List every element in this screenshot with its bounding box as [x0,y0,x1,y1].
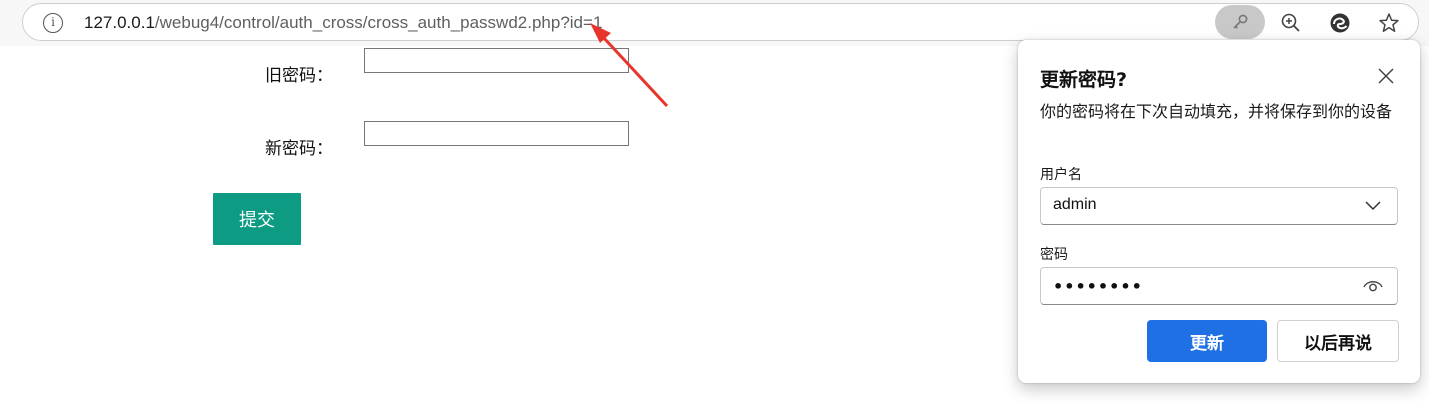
password-field[interactable]: •••••••• [1040,267,1398,305]
key-icon [1233,14,1248,29]
edge-icon[interactable] [1328,11,1352,35]
password-value: •••••••• [1053,277,1143,296]
password-key-button[interactable] [1215,5,1265,39]
chevron-down-icon [1365,201,1381,211]
zoom-icon[interactable] [1279,11,1303,35]
update-password-dialog: 更新密码? 你的密码将在下次自动填充，并将保存到你的设备 用户名 admin 密… [1018,40,1420,383]
username-select[interactable]: admin [1040,187,1398,225]
address-bar[interactable]: i 127.0.0.1/webug4/control/auth_cross/cr… [22,3,1419,41]
submit-button[interactable]: 提交 [213,193,301,245]
later-button[interactable]: 以后再说 [1277,320,1399,362]
old-password-input[interactable] [364,48,629,73]
info-icon[interactable]: i [43,13,63,33]
username-value: admin [1053,196,1097,213]
old-password-label: 旧密码： [265,66,333,86]
favorite-star-icon[interactable] [1377,11,1401,35]
url-path: /webug4/control/auth_cross/cross_auth_pa… [154,13,603,32]
url-host: 127.0.0.1 [84,13,155,32]
url-text[interactable]: 127.0.0.1/webug4/control/auth_cross/cros… [84,12,602,34]
close-icon[interactable] [1377,67,1395,85]
new-password-input[interactable] [364,121,629,146]
new-password-label: 新密码： [265,139,333,159]
password-label: 密码 [1040,247,1068,263]
dialog-title: 更新密码? [1040,69,1128,91]
username-label: 用户名 [1040,167,1082,183]
dialog-description: 你的密码将在下次自动填充，并将保存到你的设备 [1040,102,1393,121]
show-password-eye-icon[interactable] [1363,278,1383,294]
update-button[interactable]: 更新 [1147,320,1267,362]
